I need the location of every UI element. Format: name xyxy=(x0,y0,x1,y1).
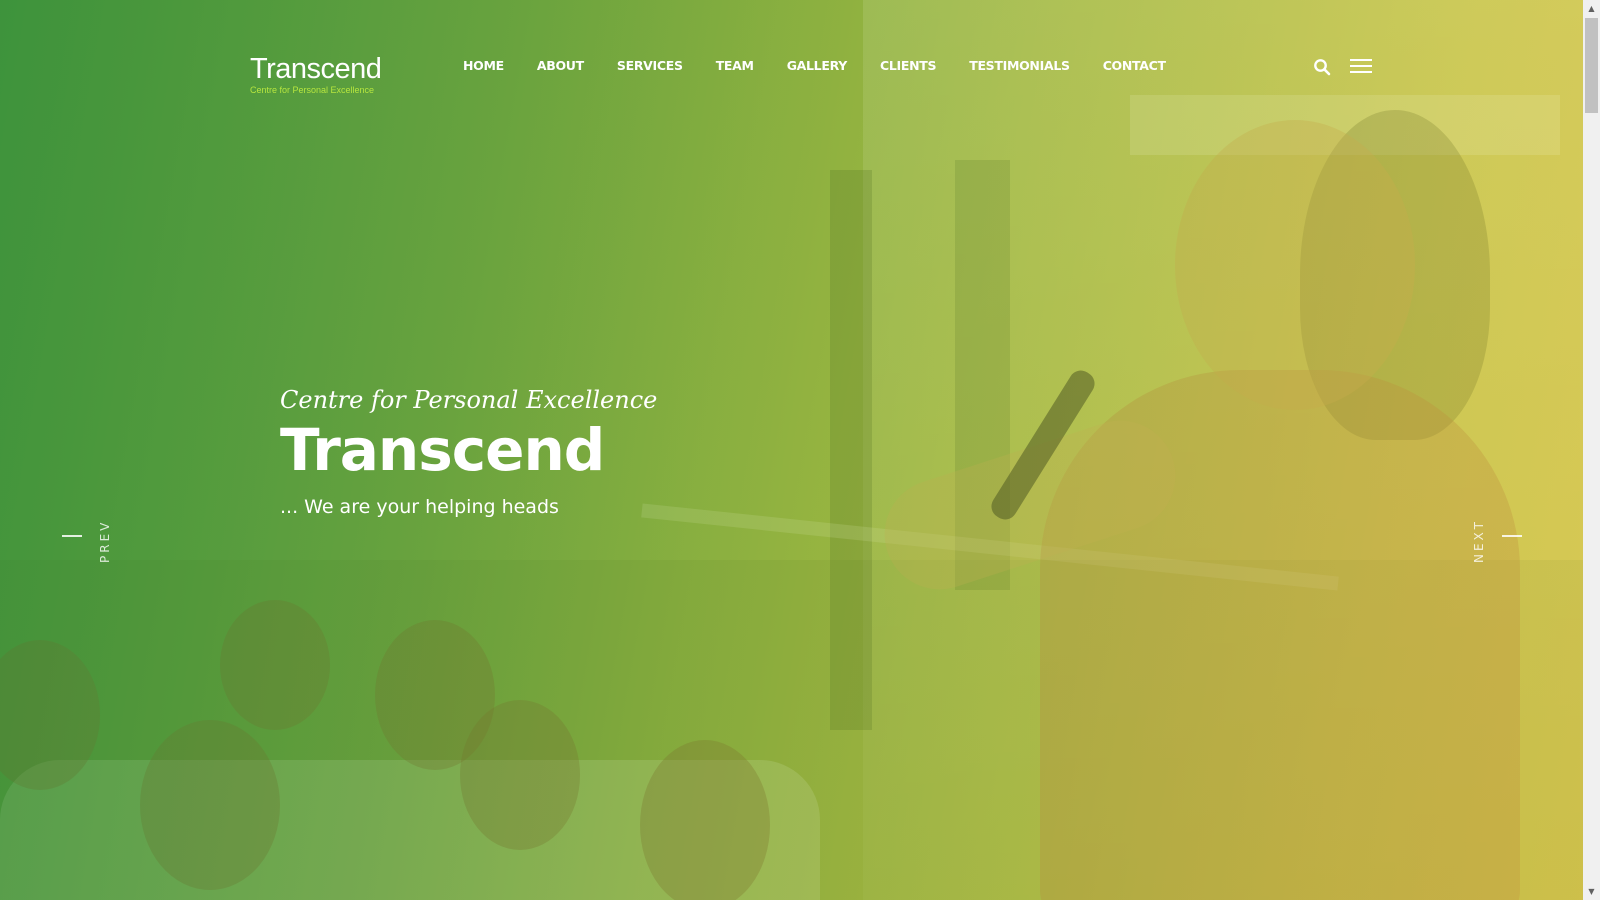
hero-background-image xyxy=(0,0,1583,900)
slider-prev-button[interactable]: PREV xyxy=(62,505,122,565)
hero-gradient-overlay xyxy=(0,0,1583,900)
scroll-up-arrow-icon[interactable]: ▲ xyxy=(1583,0,1600,17)
slider-next-button[interactable]: NEXT xyxy=(1466,505,1526,565)
hamburger-menu-icon[interactable] xyxy=(1350,58,1372,74)
site-header: Transcend Centre for Personal Excellence… xyxy=(0,0,1583,130)
nav-item-gallery[interactable]: GALLERY xyxy=(787,58,848,73)
nav-item-testimonials[interactable]: TESTIMONIALS xyxy=(969,58,1070,73)
prev-dash-icon xyxy=(62,535,82,537)
hero-tagline: ... We are your helping heads xyxy=(280,496,559,518)
site-logo[interactable]: Transcend Centre for Personal Excellence xyxy=(250,53,382,95)
nav-item-home[interactable]: HOME xyxy=(463,58,504,73)
logo-subtitle: Centre for Personal Excellence xyxy=(250,85,375,95)
next-dash-icon xyxy=(1502,535,1522,537)
next-label: NEXT xyxy=(1472,519,1486,563)
nav-item-team[interactable]: TEAM xyxy=(716,58,754,73)
nav-item-contact[interactable]: CONTACT xyxy=(1103,58,1166,73)
page: Transcend Centre for Personal Excellence… xyxy=(0,0,1583,900)
hero-caption: Centre for Personal Excellence Transcend… xyxy=(280,385,657,521)
logo-title: Transcend xyxy=(250,53,382,85)
search-icon[interactable] xyxy=(1313,58,1331,76)
scroll-down-arrow-icon[interactable]: ▼ xyxy=(1583,883,1600,900)
nav-item-services[interactable]: SERVICES xyxy=(617,58,683,73)
scrollbar-thumb[interactable] xyxy=(1585,18,1598,113)
nav-item-about[interactable]: ABOUT xyxy=(537,58,584,73)
prev-label: PREV xyxy=(98,519,112,563)
hero-title: Transcend xyxy=(280,416,605,484)
vertical-scrollbar[interactable]: ▲ ▼ xyxy=(1583,0,1600,900)
main-nav: HOME ABOUT SERVICES TEAM GALLERY CLIENTS… xyxy=(463,58,1199,73)
hero-subtitle: Centre for Personal Excellence xyxy=(280,386,658,414)
nav-item-clients[interactable]: CLIENTS xyxy=(880,58,937,73)
